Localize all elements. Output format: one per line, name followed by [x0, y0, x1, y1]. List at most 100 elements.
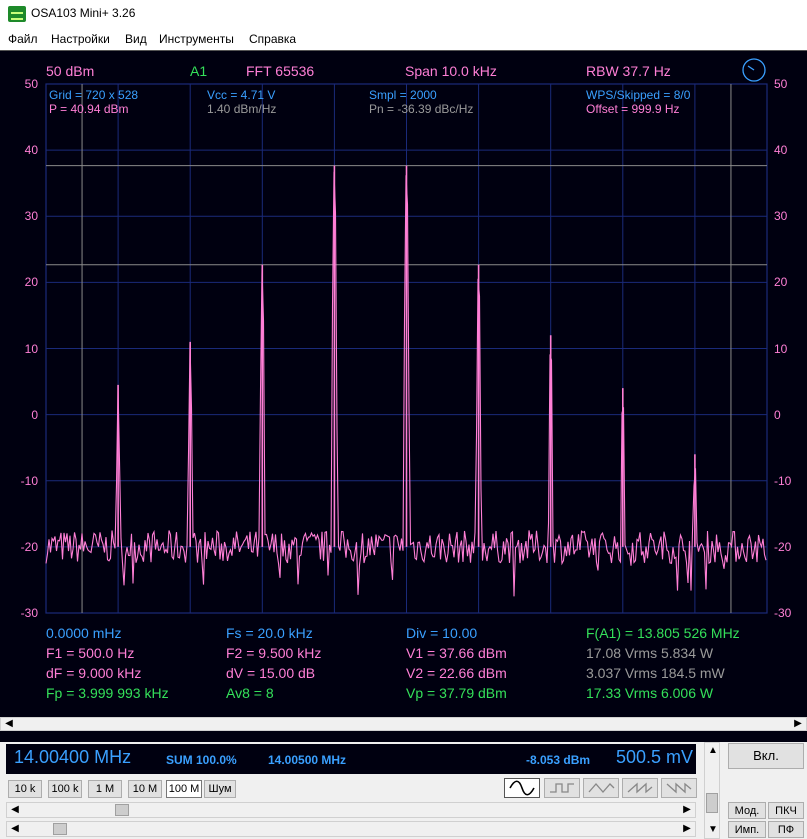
fft-size: FFT 65536	[246, 63, 315, 79]
sample-rate: Fs = 20.0 kHz	[226, 625, 313, 641]
on-button[interactable]: Вкл.	[728, 743, 804, 769]
y-tick-label-left: 30	[24, 209, 38, 224]
reverse-sawtooth-button[interactable]	[661, 778, 697, 798]
sine-wave-button[interactable]	[504, 778, 540, 798]
level-slider-thumb[interactable]	[53, 823, 67, 835]
peak-level: Vp = 37.79 dBm	[406, 685, 507, 701]
slider1-right-icon[interactable]: ▶	[679, 802, 695, 818]
y-tick-label-left: -30	[20, 606, 38, 620]
y-tick-label-right: -10	[774, 473, 792, 488]
menu-settings[interactable]: Настройки	[51, 32, 110, 46]
division: Div = 10.00	[406, 625, 478, 641]
spectrum-panel[interactable]: 50 dBm A1 FFT 65536 Span 10.0 kHz RBW 37…	[0, 50, 807, 742]
scroll-up-icon[interactable]: ▲	[705, 743, 721, 759]
v2-rms: 3.037 Vrms 184.5 mW	[586, 665, 725, 681]
reverse-sawtooth-icon	[666, 782, 692, 794]
triangle-wave-icon	[588, 783, 615, 793]
delta-v: dV = 15.00 dB	[226, 665, 316, 681]
delta-f: dF = 9.000 kHz	[46, 665, 142, 681]
slider2-right-icon[interactable]: ▶	[679, 821, 695, 837]
slider2-left-icon[interactable]: ◀	[7, 821, 23, 837]
scroll-right-icon[interactable]: ▶	[790, 716, 806, 732]
output-level: -8.053 dBm	[526, 753, 591, 767]
y-tick-label-left: 40	[24, 143, 38, 158]
cursor-f1: F1 = 500.0 Hz	[46, 645, 135, 661]
menu-view[interactable]: Вид	[125, 32, 147, 46]
ref-level: 50 dBm	[46, 63, 95, 79]
scroll-down-icon[interactable]: ▼	[705, 822, 721, 838]
step-100k-button[interactable]: 100 k	[48, 780, 82, 798]
clock-icon[interactable]	[741, 57, 767, 83]
span: Span 10.0 kHz	[405, 63, 497, 79]
side-vscrollbar[interactable]: ▲ ▼	[704, 742, 720, 839]
vscroll-thumb[interactable]	[706, 793, 718, 813]
title-bar: OSA103 Mini+ 3.26	[0, 0, 807, 28]
step-1m-button[interactable]: 1 M	[88, 780, 122, 798]
vcc-info: Vcc = 4.71 V	[207, 88, 276, 102]
peak-freq: Fp = 3.999 993 kHz	[46, 685, 169, 701]
output-voltage: 500.5 mV	[616, 747, 694, 767]
menu-tools[interactable]: Инструменты	[159, 32, 234, 46]
triangle-wave-button[interactable]	[583, 778, 619, 798]
square-wave-icon	[550, 783, 574, 793]
y-tick-label-right: 20	[774, 275, 788, 290]
y-tick-label-right: 0	[774, 407, 781, 422]
noise-button[interactable]: Шум	[204, 780, 236, 798]
window-title: OSA103 Mini+ 3.26	[31, 6, 136, 20]
cursor-f2: F2 = 9.500 kHz	[226, 645, 322, 661]
spectrum-plot[interactable]	[0, 51, 807, 717]
rbw: RBW 37.7 Hz	[586, 63, 671, 79]
y-tick-label-left: 10	[24, 341, 38, 356]
mod-button[interactable]: Мод.	[728, 802, 766, 819]
cursor-v2: V2 = 22.66 dBm	[406, 665, 507, 681]
sawtooth-wave-icon	[627, 782, 653, 794]
square-wave-button[interactable]	[544, 778, 580, 798]
menu-bar: Файл Настройки Вид Инструменты Справка	[0, 28, 807, 50]
level-slider[interactable]: ◀ ▶	[6, 821, 696, 837]
grid-info: Grid = 720 x 528	[49, 88, 139, 102]
pkch-button[interactable]: ПКЧ	[768, 802, 804, 819]
sine-wave-icon	[509, 780, 535, 796]
frequency-slider-thumb[interactable]	[115, 804, 129, 816]
y-tick-label-right: 40	[774, 143, 788, 158]
offset-info: Offset = 999.9 Hz	[586, 102, 680, 116]
averaging: Av8 = 8	[226, 685, 274, 701]
frequency-slider[interactable]: ◀ ▶	[6, 802, 696, 818]
peak-rms: 17.33 Vrms 6.006 W	[586, 685, 714, 701]
menu-help[interactable]: Справка	[249, 32, 296, 46]
slider1-left-icon[interactable]: ◀	[7, 802, 23, 818]
plot-hscrollbar[interactable]: ◀ ▶	[0, 717, 807, 731]
channel-label: A1	[190, 63, 208, 79]
scroll-left-icon[interactable]: ◀	[1, 716, 17, 732]
frequency-display: 14.00400 MHz SUM 100.0% 14.00500 MHz -8.…	[6, 744, 696, 774]
y-tick-label-left: -20	[20, 539, 38, 554]
y-tick-label-right: 30	[774, 209, 788, 224]
density-info: 1.40 dBm/Hz	[207, 102, 277, 116]
sum-frequency: 14.00500 MHz	[268, 753, 347, 767]
channel-freq: F(A1) = 13.805 526 MHz	[586, 625, 740, 641]
step-10m-button[interactable]: 10 M	[128, 780, 162, 798]
v1-rms: 17.08 Vrms 5.834 W	[586, 645, 714, 661]
y-tick-label-left: 0	[31, 407, 38, 422]
y-tick-label-left: 20	[24, 275, 38, 290]
app-icon	[8, 6, 26, 22]
step-100m-button[interactable]: 100 M	[166, 780, 202, 798]
wps-info: WPS/Skipped = 8/0	[586, 88, 691, 102]
y-tick-label-left: -10	[20, 473, 38, 488]
power-info: P = 40.94 dBm	[49, 102, 129, 116]
sum-percent: SUM 100.0%	[166, 753, 237, 767]
start-freq: 0.0000 mHz	[46, 625, 122, 641]
sawtooth-wave-button[interactable]	[622, 778, 658, 798]
pn-info: Pn = -36.39 dBc/Hz	[369, 102, 474, 116]
y-tick-label-left: 50	[24, 77, 38, 91]
imp-button[interactable]: Имп.	[728, 821, 766, 838]
y-tick-label-right: 10	[774, 341, 788, 356]
y-tick-label-right: 50	[774, 77, 788, 91]
menu-file[interactable]: Файл	[8, 32, 38, 46]
pf-button[interactable]: ПФ	[768, 821, 804, 838]
main-frequency: 14.00400 MHz	[14, 747, 132, 767]
generator-panel: 14.00400 MHz SUM 100.0% 14.00500 MHz -8.…	[0, 742, 807, 839]
step-10k-button[interactable]: 10 k	[8, 780, 42, 798]
smpl-info: Smpl = 2000	[369, 88, 437, 102]
cursor-v1: V1 = 37.66 dBm	[406, 645, 507, 661]
